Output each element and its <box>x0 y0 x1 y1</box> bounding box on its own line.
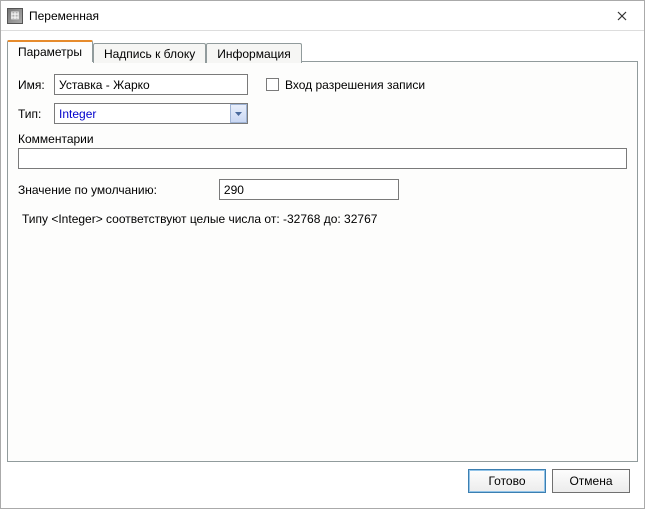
name-label: Имя: <box>18 78 54 92</box>
name-input[interactable] <box>54 74 248 95</box>
type-input[interactable] <box>54 103 248 124</box>
type-label: Тип: <box>18 107 54 121</box>
close-icon <box>617 11 627 21</box>
ok-button[interactable]: Готово <box>468 469 546 493</box>
type-range-hint: Типу <Integer> соответствуют целые числа… <box>18 212 627 226</box>
type-dropdown-button[interactable] <box>230 104 247 123</box>
tab-block-label[interactable]: Надпись к блоку <box>93 43 206 63</box>
client-area: Параметры Надпись к блоку Информация Имя… <box>1 31 644 508</box>
write-enable-checkbox[interactable] <box>266 78 279 91</box>
tab-information[interactable]: Информация <box>206 43 301 63</box>
tab-parameters[interactable]: Параметры <box>7 40 93 62</box>
chevron-down-icon <box>235 112 242 116</box>
tab-panel-parameters: Имя: Вход разрешения записи Тип: <box>7 61 638 462</box>
default-value-input[interactable] <box>219 179 399 200</box>
write-enable-wrap: Вход разрешения записи <box>266 78 425 92</box>
dialog-window: ▦ Переменная Параметры Надпись к блоку И… <box>0 0 645 509</box>
write-enable-label: Вход разрешения записи <box>285 78 425 92</box>
tab-bar: Параметры Надпись к блоку Информация <box>7 37 638 61</box>
default-row: Значение по умолчанию: <box>18 179 627 200</box>
app-icon: ▦ <box>7 8 23 24</box>
comment-label: Комментарии <box>18 132 627 146</box>
name-row: Имя: Вход разрешения записи <box>18 74 627 95</box>
type-row: Тип: <box>18 103 627 124</box>
window-title: Переменная <box>29 9 99 23</box>
type-combo[interactable] <box>54 103 248 124</box>
cancel-button[interactable]: Отмена <box>552 469 630 493</box>
titlebar: ▦ Переменная <box>1 1 644 31</box>
comment-input[interactable] <box>18 148 627 169</box>
close-button[interactable] <box>599 1 644 30</box>
default-label: Значение по умолчанию: <box>18 183 157 197</box>
dialog-footer: Готово Отмена <box>7 462 638 502</box>
